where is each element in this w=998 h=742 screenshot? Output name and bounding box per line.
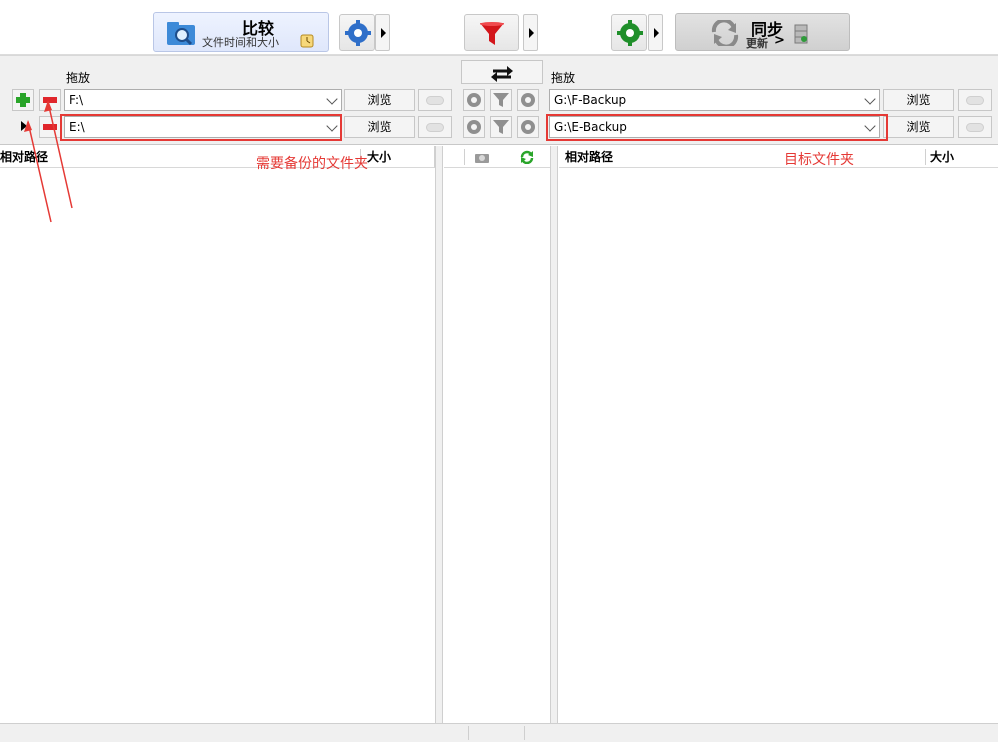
compare-settings-button[interactable] — [339, 14, 375, 51]
chevron-down-icon[interactable] — [864, 93, 876, 105]
pair-settings-left-button-1[interactable] — [463, 89, 485, 111]
refresh-icon[interactable] — [519, 150, 535, 164]
left-drag-label: 拖放 — [66, 71, 91, 85]
sync-sublabel: 更新 — [746, 37, 768, 50]
remove-folder-pair-button[interactable] — [39, 89, 61, 111]
database-icon — [794, 24, 808, 44]
gear-icon — [467, 120, 481, 134]
compare-folder-icon — [167, 22, 195, 46]
sync-arrows-icon — [711, 20, 739, 46]
filter-icon — [493, 120, 509, 134]
right-folder-highlight — [546, 114, 888, 141]
chevron-right-icon: > — [774, 33, 785, 48]
swap-sides-button[interactable] — [461, 60, 543, 84]
column-divider — [464, 149, 465, 165]
gear-icon — [467, 93, 481, 107]
right-splitter[interactable] — [550, 146, 558, 723]
left-browse-button-2[interactable]: 浏览 — [344, 116, 415, 138]
gear-icon — [521, 93, 535, 107]
left-splitter[interactable] — [435, 146, 443, 723]
column-divider[interactable] — [925, 149, 926, 165]
right-drag-label: 拖放 — [551, 71, 576, 85]
right-file-grid[interactable] — [559, 168, 998, 723]
left-col-size[interactable]: 大小 — [367, 146, 391, 168]
right-folder-combo-1[interactable]: G:\F-Backup — [549, 89, 880, 111]
compare-sublabel: 文件时间和大小 — [202, 36, 279, 49]
camera-icon[interactable] — [474, 151, 490, 163]
pair-filter-button-2[interactable] — [490, 116, 512, 138]
sync-settings-button[interactable] — [611, 14, 647, 51]
middle-grid-header — [444, 146, 550, 168]
filter-icon — [493, 93, 509, 107]
left-cloud-button-2[interactable] — [418, 116, 452, 138]
expand-folder-pair-button[interactable] — [12, 116, 34, 138]
minus-icon — [43, 124, 57, 130]
right-annotation: 目标文件夹 — [784, 152, 854, 168]
status-bar — [0, 723, 998, 742]
chevron-down-icon[interactable] — [326, 93, 338, 105]
pair-filter-button-1[interactable] — [490, 89, 512, 111]
pair-settings-right-button-2[interactable] — [517, 116, 539, 138]
main-toolbar: 比较 文件时间和大小 同步 更新 > — [0, 0, 998, 55]
status-divider — [468, 726, 469, 740]
clock-icon — [300, 34, 314, 48]
gear-icon — [521, 120, 535, 134]
left-folder-combo-1[interactable]: F:\ — [64, 89, 342, 111]
left-browse-button-1[interactable]: 浏览 — [344, 89, 415, 111]
gear-icon — [345, 20, 371, 46]
sync-dropdown-arrow[interactable] — [648, 14, 663, 51]
minus-icon — [43, 97, 57, 103]
triangle-right-icon — [21, 121, 27, 131]
filter-icon — [480, 22, 504, 45]
pair-settings-left-button-2[interactable] — [463, 116, 485, 138]
gear-icon — [617, 20, 643, 46]
add-folder-pair-button[interactable] — [12, 89, 34, 111]
swap-icon — [491, 66, 513, 82]
right-grid-header: 相对路径 大小 — [559, 146, 998, 168]
right-cloud-button-2[interactable] — [958, 116, 992, 138]
left-cloud-button-1[interactable] — [418, 89, 452, 111]
filter-dropdown-arrow[interactable] — [523, 14, 538, 51]
right-col-size[interactable]: 大小 — [930, 146, 954, 168]
remove-folder-pair-button-2[interactable] — [39, 116, 61, 138]
status-divider — [524, 726, 525, 740]
filter-button[interactable] — [464, 14, 519, 51]
right-browse-button-1[interactable]: 浏览 — [883, 89, 954, 111]
right-col-path[interactable]: 相对路径 — [565, 146, 613, 168]
left-folder-highlight — [60, 114, 342, 141]
sync-button[interactable]: 同步 更新 > — [675, 13, 850, 51]
left-file-grid[interactable] — [0, 168, 435, 723]
right-folder-path-1: G:\F-Backup — [554, 93, 627, 107]
left-col-path[interactable]: 相对路径 — [0, 146, 48, 168]
right-browse-button-2[interactable]: 浏览 — [883, 116, 954, 138]
compare-dropdown-arrow[interactable] — [375, 14, 390, 51]
left-annotation: 需要备份的文件夹 — [256, 156, 368, 172]
right-cloud-button-1[interactable] — [958, 89, 992, 111]
compare-button[interactable]: 比较 文件时间和大小 — [153, 12, 329, 52]
middle-action-grid[interactable] — [444, 168, 550, 723]
plus-icon — [16, 93, 30, 107]
left-folder-path-1: F:\ — [69, 93, 84, 107]
pair-settings-right-button-1[interactable] — [517, 89, 539, 111]
left-grid-header: 相对路径 大小 — [0, 146, 435, 168]
